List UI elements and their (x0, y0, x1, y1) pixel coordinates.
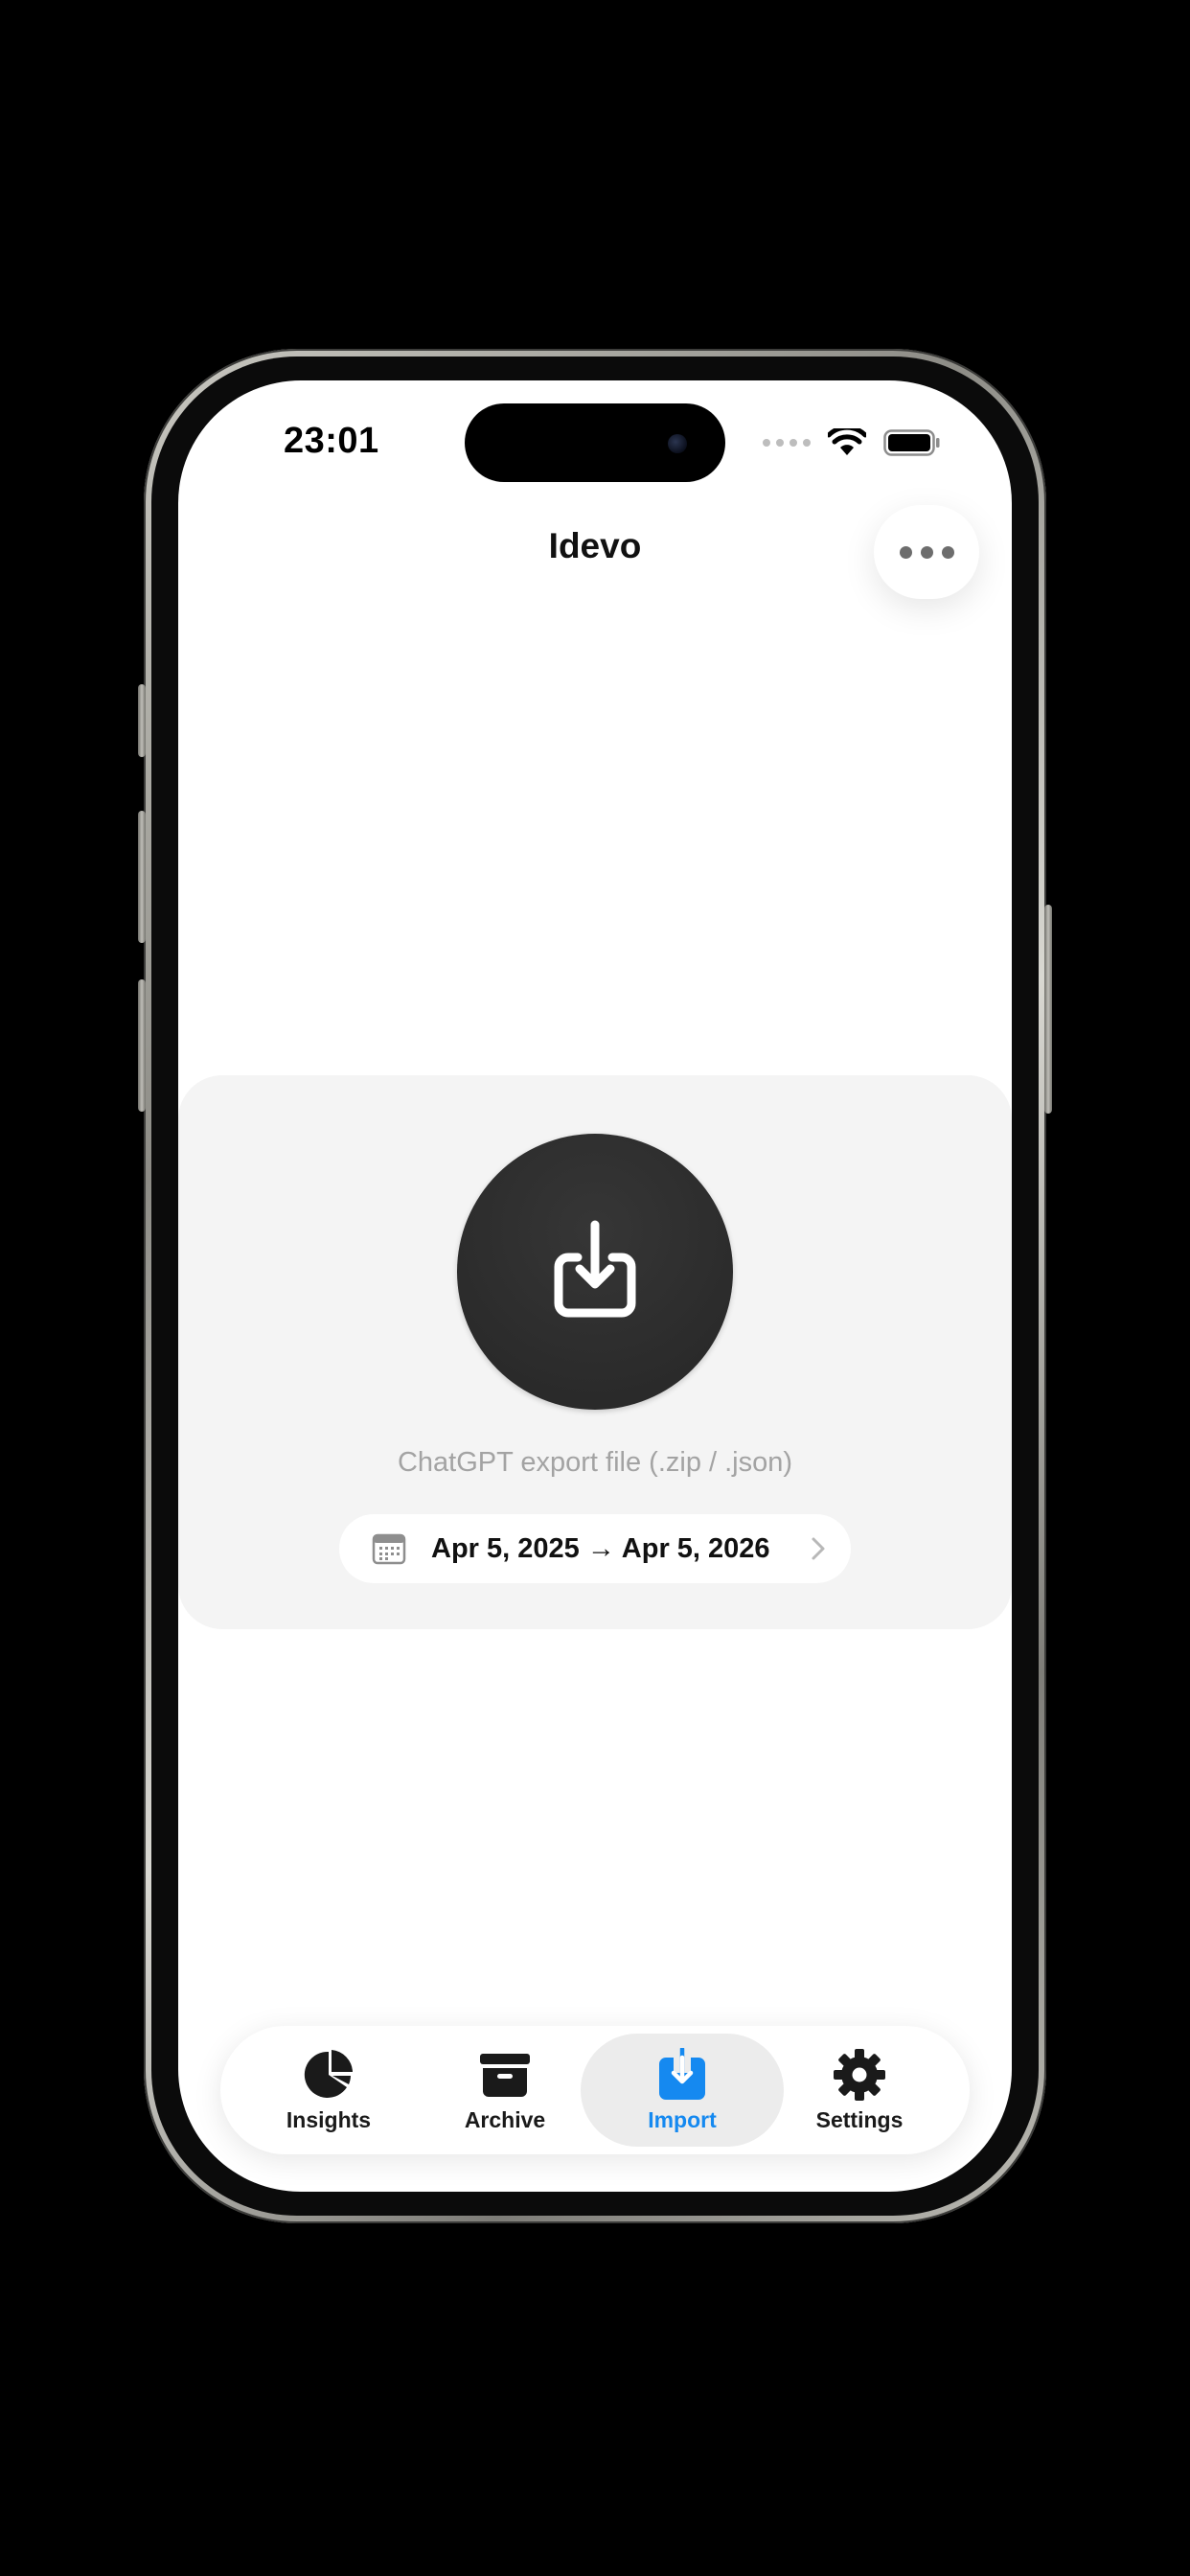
gear-icon (834, 2048, 885, 2101)
app-screen: 23:01 Idevo ChatGPT export file (.zip / … (178, 380, 1012, 2192)
pie-chart-icon (304, 2049, 353, 2098)
tab-label-settings: Settings (815, 2106, 904, 2132)
wifi-icon (828, 428, 866, 455)
tab-bar: Insights Archive Import Settings (220, 2026, 970, 2154)
calendar-icon (372, 1533, 406, 1565)
tab-icon-wrap (655, 2047, 709, 2102)
status-time: 23:01 (284, 421, 379, 461)
tab-import[interactable]: Import (581, 2034, 784, 2147)
tray-arrow-down-icon (659, 2047, 705, 2100)
import-file-button[interactable] (457, 1134, 733, 1410)
volume-down-button (138, 979, 146, 1112)
tab-icon-wrap (478, 2048, 532, 2102)
power-button (1044, 905, 1052, 1114)
ellipsis-dot (920, 545, 933, 559)
tray-arrow-down-icon (554, 1220, 636, 1318)
ellipsis-dot (941, 545, 954, 559)
tab-label-archive: Archive (464, 2106, 546, 2132)
tab-icon-wrap (833, 2048, 886, 2102)
tab-settings[interactable]: Settings (758, 2034, 961, 2147)
status-icons (763, 428, 941, 457)
archive-box-icon (480, 2053, 530, 2097)
date-range-button[interactable]: Apr 5, 2025 → Apr 5, 2026 (339, 1514, 851, 1583)
battery-icon (883, 429, 940, 456)
ellipsis-icon (899, 545, 912, 559)
tab-label-import: Import (648, 2106, 717, 2132)
import-card: ChatGPT export file (.zip / .json) Apr 5… (178, 1075, 1012, 1629)
chevron-right-icon (812, 1537, 825, 1560)
tab-archive[interactable]: Archive (403, 2034, 606, 2147)
tab-label-insights: Insights (286, 2106, 372, 2132)
camera-lens (668, 434, 687, 453)
stage: 23:01 Idevo ChatGPT export file (.zip / … (0, 0, 1190, 2576)
tab-insights[interactable]: Insights (227, 2034, 430, 2147)
volume-up-button (138, 811, 146, 943)
date-range-label: Apr 5, 2025 → Apr 5, 2026 (431, 1532, 770, 1564)
more-options-button[interactable] (874, 505, 979, 599)
action-button (138, 684, 146, 757)
import-hint: ChatGPT export file (.zip / .json) (397, 1447, 793, 1478)
cellular-signal-icon (763, 439, 811, 447)
tab-icon-wrap (302, 2048, 355, 2102)
dynamic-island (465, 403, 725, 482)
